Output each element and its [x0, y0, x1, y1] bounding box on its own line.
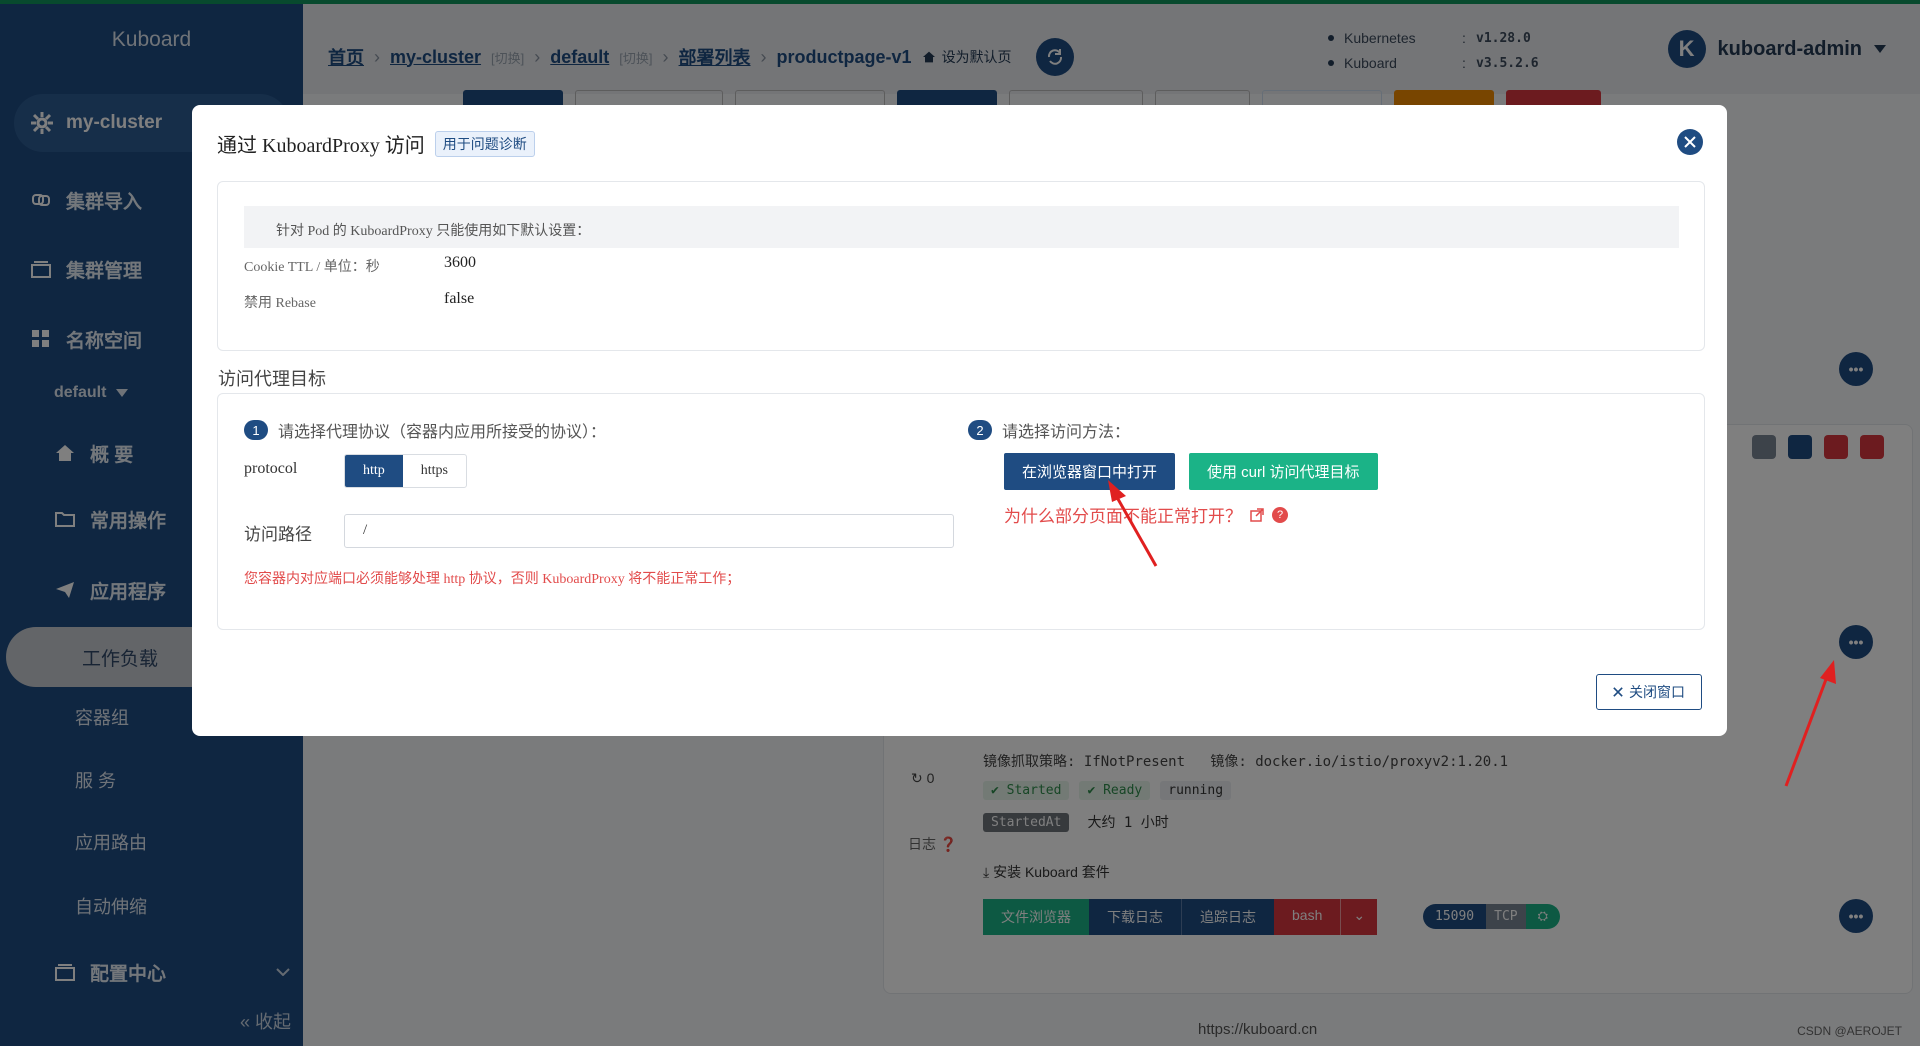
default-settings-box: 针对 Pod 的 KuboardProxy 只能使用如下默认设置： Cookie… — [217, 181, 1705, 351]
section-title: 访问代理目标 — [218, 369, 326, 389]
dialog-title-tag: 用于问题诊断 — [434, 130, 535, 157]
protocol-option-http[interactable]: http — [345, 455, 403, 487]
settings-banner: 针对 Pod 的 KuboardProxy 只能使用如下默认设置： — [244, 206, 1679, 248]
step-protocol: 1 请选择代理协议（容器内应用所接受的协议）： — [244, 418, 606, 442]
close-window-button[interactable]: 关闭窗口 — [1596, 674, 1702, 710]
step-number: 1 — [244, 420, 268, 440]
step-number: 2 — [968, 420, 992, 440]
annotation-arrow-icon — [1108, 480, 1158, 567]
step-text: 请选择代理协议（容器内应用所接受的协议）： — [278, 424, 607, 441]
protocol-warning: 您容器内对应端口必须能够处理 http 协议，否则 KuboardProxy 将… — [244, 572, 741, 587]
proxy-target-box: 1 请选择代理协议（容器内应用所接受的协议）： protocol http ht… — [217, 393, 1705, 630]
close-icon — [1613, 687, 1623, 697]
close-icon — [1684, 136, 1696, 148]
close-dialog-button[interactable] — [1677, 129, 1703, 155]
setting-key: 禁用 Rebase — [244, 296, 316, 311]
use-curl-button[interactable]: 使用 curl 访问代理目标 — [1189, 453, 1378, 490]
question-icon: ? — [1272, 506, 1288, 523]
kuboard-proxy-dialog: 通过 KuboardProxy 访问 用于问题诊断 针对 Pod 的 Kuboa… — [192, 105, 1727, 736]
protocol-selector: http https — [344, 454, 468, 488]
step-method: 2 请选择访问方法： — [968, 418, 1130, 442]
external-link-icon — [1250, 507, 1264, 522]
setting-value: 3600 — [444, 254, 476, 271]
protocol-label: protocol — [244, 460, 298, 477]
annotation-arrow-icon — [1784, 660, 1836, 787]
protocol-option-https[interactable]: https — [403, 455, 466, 487]
path-label: 访问路径 — [244, 525, 312, 544]
setting-key: Cookie TTL / 单位：秒 — [244, 260, 380, 275]
dialog-title-text: 通过 KuboardProxy 访问 — [217, 135, 425, 157]
method-buttons: 在浏览器窗口中打开 使用 curl 访问代理目标 — [1004, 453, 1378, 490]
setting-value: false — [444, 290, 475, 307]
close-window-label: 关闭窗口 — [1629, 684, 1685, 700]
dialog-title: 通过 KuboardProxy 访问 用于问题诊断 — [217, 129, 535, 158]
step-text: 请选择访问方法： — [1002, 424, 1131, 441]
path-input[interactable]: / — [344, 514, 954, 548]
